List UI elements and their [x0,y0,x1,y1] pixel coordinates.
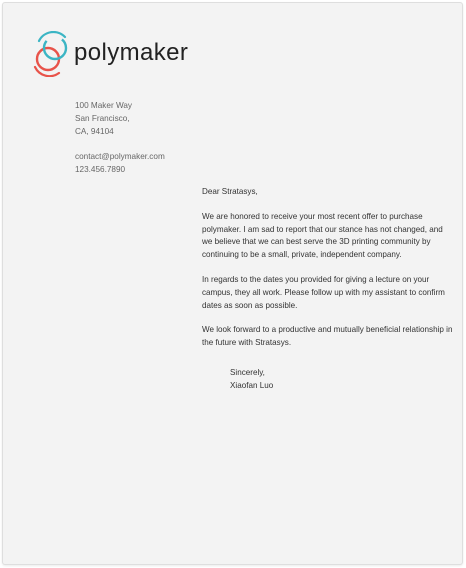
letter-closing: Sincerely, [230,368,265,377]
letter-paragraph-1: We are honored to receive your most rece… [202,211,443,262]
paragraph-line: polymaker. I am sad to report that our s… [202,224,443,234]
contact-email: contact@polymaker.com [75,152,165,161]
paragraph-line: We look forward to a productive and mutu… [202,325,453,335]
sender-contact: contact@polymaker.com 123.456.7890 [75,150,165,176]
paragraph-line: dates as soon as possible. [202,300,298,310]
address-line-1: 100 Maker Way [75,101,133,110]
paragraph-line: the future with Stratasys. [202,338,292,348]
letter-body: Dear Stratasys, We are honored to receiv… [202,186,453,362]
paragraph-line: We are honored to receive your most rece… [202,211,423,221]
polymaker-logo-icon [33,31,68,77]
paragraph-line: In regards to the dates you provided for… [202,274,430,284]
letter-greeting: Dear Stratasys, [202,187,258,196]
company-logo: polymaker [31,31,188,79]
address-line-2: San Francisco, [75,114,130,123]
brand-wordmark: polymaker [74,39,189,66]
address-line-3: CA, 94104 [75,127,114,136]
paragraph-line: we believe that we can best serve the 3D… [202,237,431,247]
letter-signature: Xiaofan Luo [230,381,274,390]
letter-paragraph-3: We look forward to a productive and mutu… [202,324,453,350]
letter-paragraph-2: In regards to the dates you provided for… [202,274,445,312]
letter-signoff: Sincerely, Xiaofan Luo [230,366,273,392]
sender-address: 100 Maker Way San Francisco, CA, 94104 [75,99,132,138]
paragraph-line: continuing to be a small, private, indep… [202,250,402,260]
letter-page: polymaker 100 Maker Way San Francisco, C… [2,2,463,565]
paragraph-line: campus, they all work. Please follow up … [202,287,445,297]
contact-phone: 123.456.7890 [75,165,126,174]
